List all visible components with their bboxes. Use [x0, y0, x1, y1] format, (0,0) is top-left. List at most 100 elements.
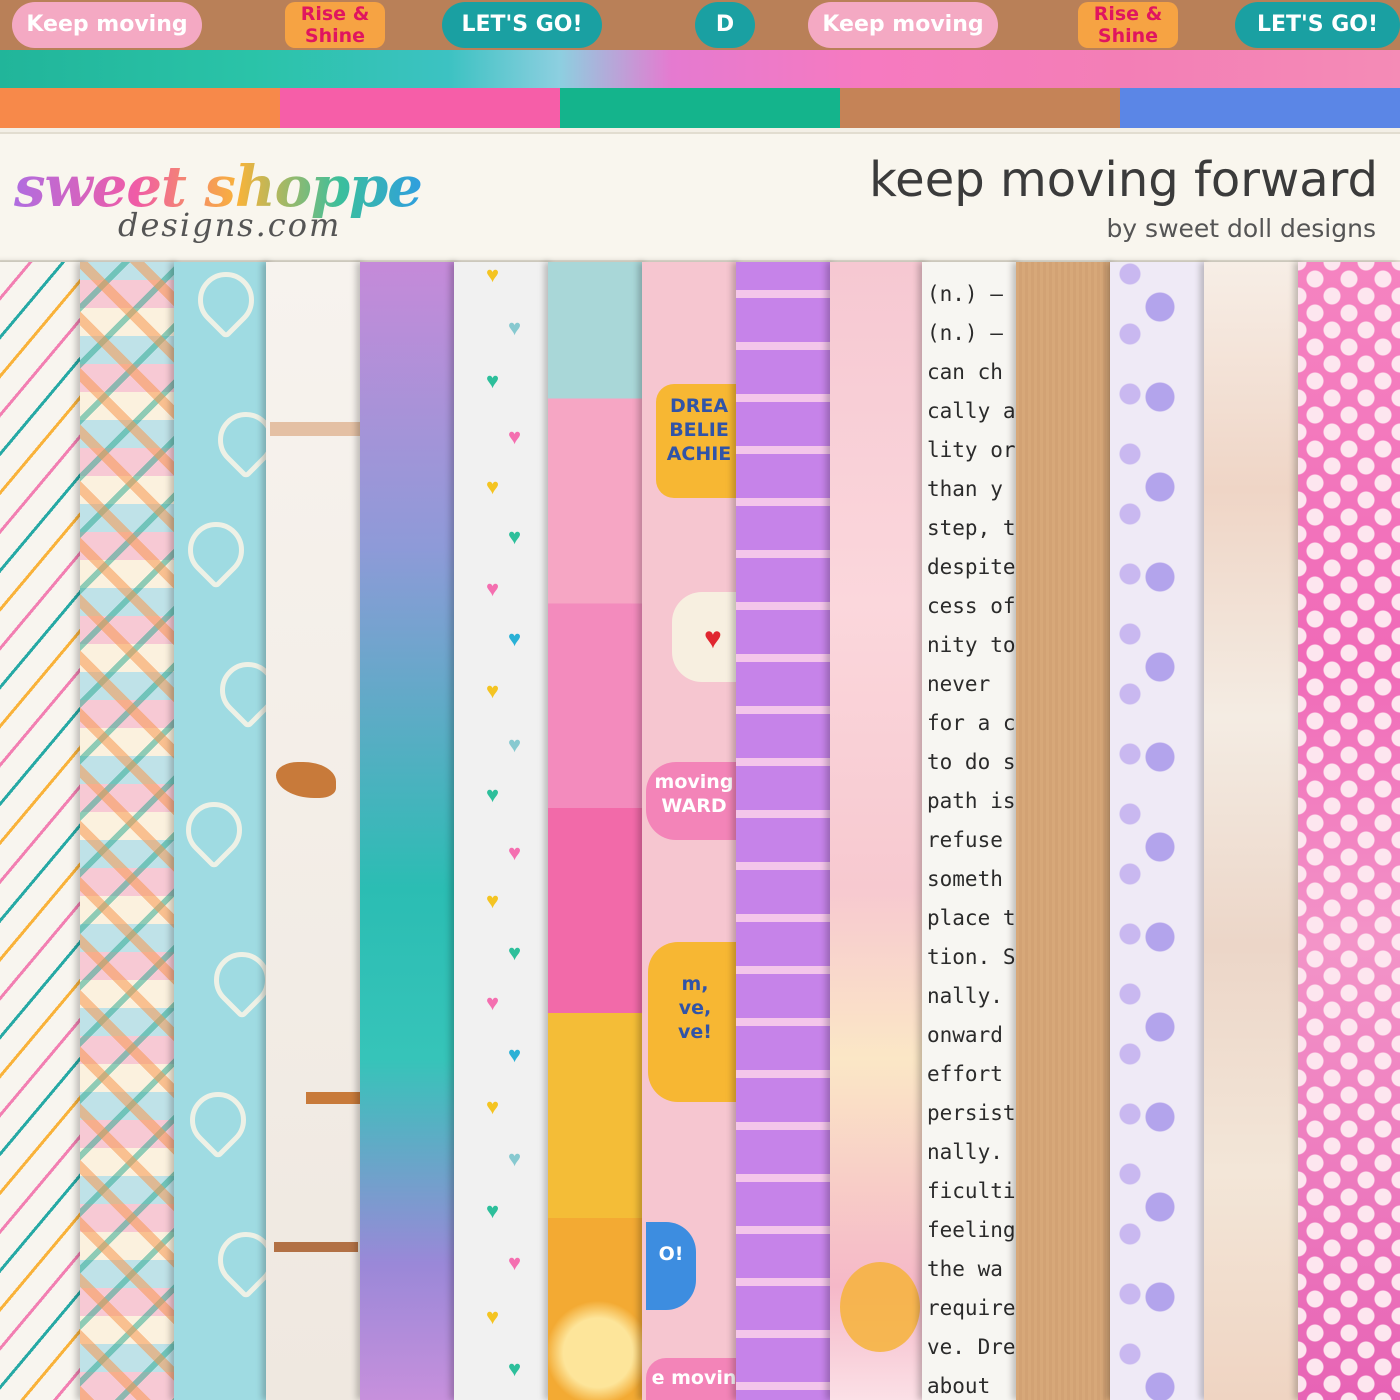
quote-bubble-dream: DREA BELIE ACHIE	[656, 384, 742, 498]
logo-subtext: designs.com	[118, 206, 342, 244]
heart-icon	[208, 650, 274, 730]
ombre-paper-strip	[0, 50, 1400, 88]
color-block-blue	[1120, 88, 1400, 128]
heart-icon: ♥	[486, 990, 500, 1015]
heart-icon	[186, 262, 266, 340]
heart-icon: ♥	[486, 888, 500, 913]
paper-lavender-stencil	[1110, 262, 1210, 1400]
paper-plaid	[80, 262, 180, 1400]
paper-watercolor-ombre	[360, 262, 460, 1400]
solid-color-strip	[0, 88, 1400, 128]
heart-icon: ♥	[486, 1304, 500, 1329]
text-line: for a c	[927, 711, 1016, 735]
paper-kraft	[1016, 262, 1116, 1400]
heart-icon: ♥	[486, 474, 500, 499]
heart-icon: ♥	[508, 940, 522, 965]
quote-bubble-moving-forward: moving WARD	[646, 762, 742, 840]
text-line: than y	[927, 477, 1003, 501]
text-line: to do s	[927, 750, 1016, 774]
text-line: step, t	[927, 516, 1016, 540]
heart-icon: ♥	[486, 782, 500, 807]
sticker-rise-shine-2: Rise & Shine	[1078, 2, 1178, 48]
wood-chip	[276, 762, 336, 798]
text-line: despite	[927, 555, 1016, 579]
heart-icon: ♥	[508, 732, 522, 757]
heart-icon	[206, 1220, 274, 1300]
heart-icon: ♥	[508, 626, 522, 651]
color-block-orange	[0, 88, 280, 128]
sticker-lets-go: LET'S GO!	[442, 2, 602, 48]
paper-diagonal-stripes	[0, 262, 90, 1400]
heart-icon: ♥	[508, 1250, 522, 1275]
page-title: keep moving forward	[869, 152, 1378, 208]
text-line: refuse	[927, 828, 1003, 852]
heart-icon	[178, 1080, 258, 1160]
text-line: path is	[927, 789, 1016, 813]
text-line: (n.) –	[927, 321, 1003, 345]
sticker-keep-moving: Keep moving	[12, 2, 202, 48]
heart-icon	[202, 940, 274, 1020]
text-line: ficulti	[927, 1179, 1016, 1203]
sticker-lets-go-2: LET'S GO!	[1235, 2, 1400, 48]
text-line: (n.) –	[927, 282, 1003, 306]
heart-icon: ♥	[508, 524, 522, 549]
text-line: ve. Dre	[927, 1335, 1016, 1359]
paper-preview-top-strip: Keep moving Rise & Shine LET'S GO! D Kee…	[0, 0, 1400, 50]
heart-icon: ♥	[508, 1042, 522, 1067]
quote-bubble-small: m, ve, ve!	[648, 942, 742, 1102]
text-line: effort	[927, 1062, 1003, 1086]
text-line: onward	[927, 1023, 1003, 1047]
paper-heart-column: ♥ ♥ ♥ ♥ ♥ ♥ ♥ ♥ ♥ ♥ ♥ ♥ ♥ ♥ ♥ ♥ ♥ ♥ ♥ ♥ …	[454, 262, 554, 1400]
heart-icon: ♥	[508, 424, 522, 449]
paper-textured-neutral	[1204, 262, 1304, 1400]
text-line: nally.	[927, 1140, 1003, 1164]
color-block-pink	[280, 88, 560, 128]
sticker-partial: D	[695, 2, 755, 48]
text-line: someth	[927, 867, 1003, 891]
quote-bubble-go: O!	[646, 1222, 696, 1310]
text-line: tion. S	[927, 945, 1016, 969]
heart-icon: ♥	[486, 1198, 500, 1223]
heart-icon: ♥	[486, 368, 500, 393]
heart-icon: ♥	[508, 1356, 522, 1381]
heart-icon: ♥	[704, 622, 722, 655]
text-line: about	[927, 1374, 991, 1398]
text-line: require	[927, 1296, 1016, 1320]
wood-grain	[270, 422, 360, 436]
text-line: nally.	[927, 984, 1003, 1008]
heart-icon: ♥	[486, 678, 500, 703]
paper-polka-dot	[1298, 262, 1400, 1400]
heart-icon	[206, 400, 274, 480]
speech-bubble: ♥	[672, 592, 742, 682]
paper-white-wood	[266, 262, 366, 1400]
heart-icon: ♥	[508, 315, 522, 340]
text-line: cess of	[927, 594, 1016, 618]
color-block-kraft	[840, 88, 1120, 128]
quote-bubble-bottom: e movin	[646, 1358, 742, 1400]
heart-icon: ♥	[486, 1094, 500, 1119]
title-banner: sweet shoppe designs.com keep moving for…	[0, 132, 1400, 262]
text-line: feeling	[927, 1218, 1016, 1242]
heart-icon	[174, 790, 254, 870]
text-line: never	[927, 672, 991, 696]
sticker-keep-moving-2: Keep moving	[808, 2, 998, 48]
color-block-teal	[560, 88, 840, 128]
watercolor-splash	[548, 1282, 648, 1400]
heart-icon: ♥	[508, 840, 522, 865]
heart-icon	[176, 510, 256, 590]
text-line: cally a	[927, 399, 1016, 423]
paper-typewriter-text: (n.) – (n.) – can ch cally a lity or tha…	[922, 262, 1022, 1400]
paper-pink-watercolor	[830, 262, 930, 1400]
text-line: can ch	[927, 360, 1003, 384]
text-line: persist	[927, 1101, 1016, 1125]
heart-icon: ♥	[486, 262, 500, 287]
text-line: nity to	[927, 633, 1016, 657]
heart-icon: ♥	[486, 576, 500, 601]
watercolor-splash	[840, 1262, 920, 1352]
wood-grain	[274, 1242, 358, 1252]
text-line: lity or	[927, 438, 1016, 462]
sticker-rise-shine: Rise & Shine	[285, 2, 385, 48]
paper-purple-waves	[736, 262, 836, 1400]
text-line: the wa	[927, 1257, 1003, 1281]
paper-fan: ♥ ♥ ♥ ♥ ♥ ♥ ♥ ♥ ♥ ♥ ♥ ♥ ♥ ♥ ♥ ♥ ♥ ♥ ♥ ♥ …	[0, 262, 1400, 1400]
